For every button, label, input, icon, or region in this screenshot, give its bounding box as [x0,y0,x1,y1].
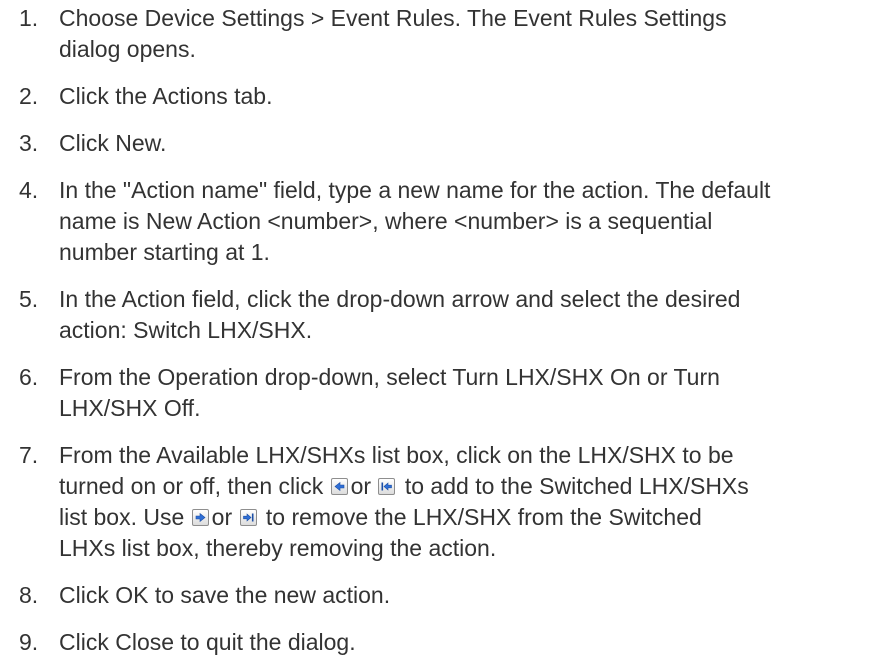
step-line: number starting at 1. [59,239,270,265]
step-text: In the Action field, click the drop-down… [59,284,874,346]
step-line: dialog opens. [59,36,196,62]
step-text: Click the Actions tab. [59,81,874,112]
step-line: Click the Actions tab. [59,83,273,109]
step-line: list box. Use or to remove the LHX/SHX f… [59,502,874,533]
step-fragment: or [350,473,372,499]
document: 1. Choose Device Settings > Event Rules.… [0,0,882,666]
step-number: 9. [19,629,39,655]
step-text: Click Close to quit the dialog. [59,627,874,658]
step-line: LHX/SHX Off. [59,395,201,421]
step-line: Choose Device Settings > Event Rules. Th… [59,5,727,31]
step-fragment: turned on or off, then click [59,473,324,499]
arrow-left-to-bar-icon [378,478,396,495]
step-text: Choose Device Settings > Event Rules. Th… [59,3,874,65]
step-line: turned on or off, then click or to add t… [59,471,874,502]
step-line: action: Switch LHX/SHX. [59,317,313,343]
step-line: LHXs list box, thereby removing the acti… [59,535,497,561]
step-number: 8. [19,582,39,608]
step-number: 7. [19,442,39,468]
arrow-right-icon [191,509,209,526]
arrow-left-icon [330,478,348,495]
step-fragment: list box. Use [59,504,185,530]
step-line: In the Action field, click the drop-down… [59,286,741,312]
step-number: 4. [19,177,39,203]
step-line: Click OK to save the new action. [59,582,391,608]
step-line: From the Operation drop-down, select Tur… [59,364,720,390]
step-text: Click New. [59,128,874,159]
step-line: From the Available LHX/SHXs list box, cl… [59,442,734,468]
step-text: Click OK to save the new action. [59,580,874,611]
step-line: name is New Action <number>, where <numb… [59,208,713,234]
step-text: From the Available LHX/SHXs list box, cl… [59,440,874,564]
step-fragment: to add to the Switched LHX/SHXs [404,473,749,499]
step-number: 3. [19,130,39,156]
step-number: 1. [19,5,39,31]
step-line: In the "Action name" field, type a new n… [59,177,771,203]
step-number: 6. [19,364,39,390]
step-fragment: or [211,504,233,530]
step-text: From the Operation drop-down, select Tur… [59,362,874,424]
step-text: In the "Action name" field, type a new n… [59,175,874,268]
step-line: Click New. [59,130,167,156]
step-fragment: to remove the LHX/SHX from the Switched [265,504,702,530]
step-number: 5. [19,286,39,312]
arrow-right-to-bar-icon [239,509,257,526]
step-line: Click Close to quit the dialog. [59,629,356,655]
step-number: 2. [19,83,39,109]
